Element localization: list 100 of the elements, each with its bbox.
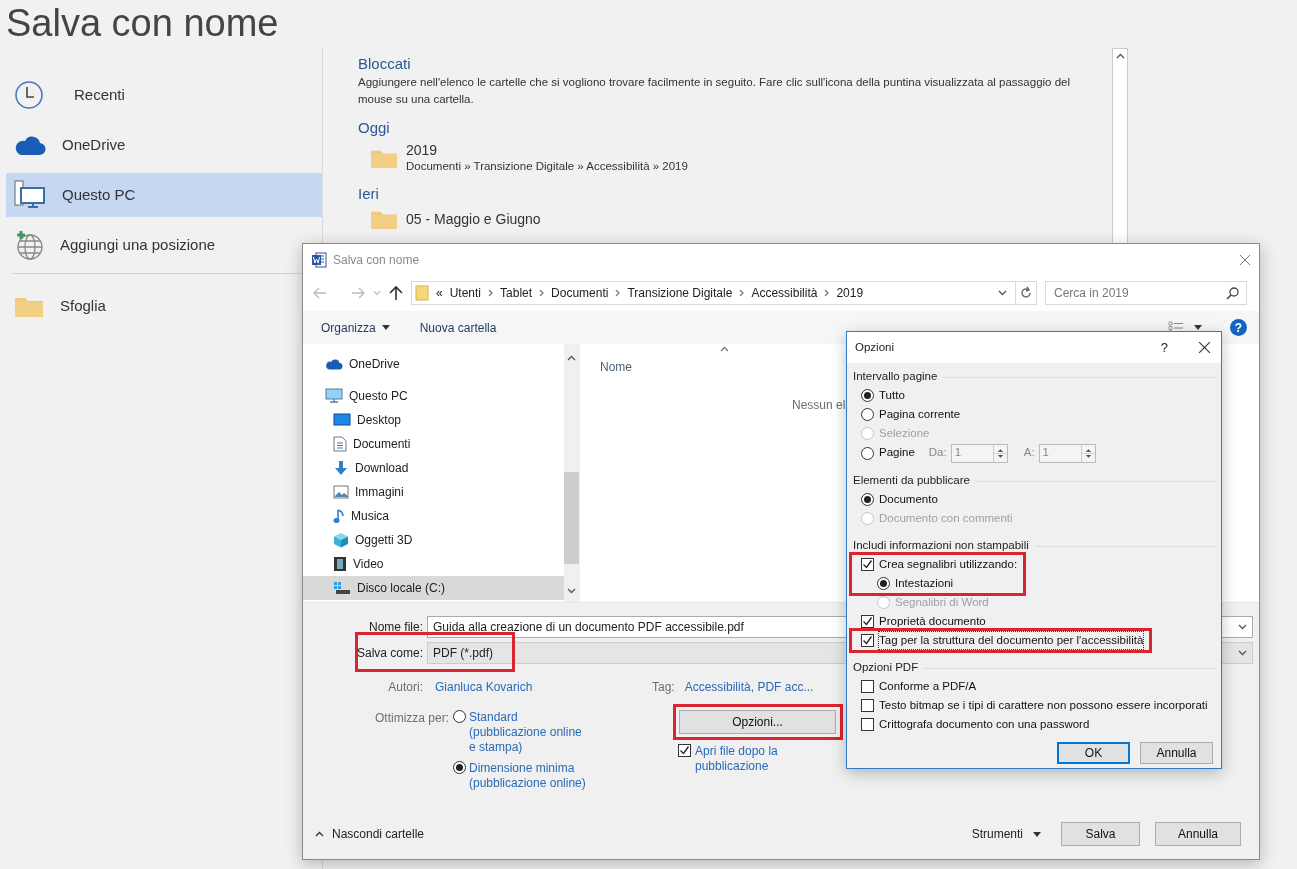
radio-option[interactable]: Pagine <box>853 443 917 463</box>
music-note-icon <box>333 508 345 524</box>
meta-label: Tag: <box>652 679 675 696</box>
checkbox-option[interactable]: Testo bitmap se i tipi di carattere non possono essere incorporati <box>853 696 1210 715</box>
caret-icon <box>381 325 390 330</box>
tree-item[interactable]: Questo PC <box>303 384 564 408</box>
tree-item[interactable]: Oggetti 3D <box>303 528 564 552</box>
radio-button[interactable] <box>453 761 466 774</box>
radio-button[interactable] <box>861 446 874 460</box>
checkbox-option[interactable]: Conforme a PDF/A <box>853 677 979 696</box>
checkbox[interactable] <box>861 718 874 731</box>
radio-button[interactable] <box>453 710 466 723</box>
tools-menu[interactable]: Strumenti <box>971 825 1041 843</box>
section-heading: Ieri <box>358 184 379 204</box>
film-icon <box>333 556 347 572</box>
radio-option[interactable]: Documento <box>853 490 940 509</box>
field-label: Salva come: <box>355 645 423 662</box>
help-button[interactable]: ? <box>1230 319 1247 336</box>
column-header[interactable]: Nome <box>600 358 632 376</box>
up-arrow-icon <box>389 285 403 301</box>
checkbox[interactable] <box>861 558 874 571</box>
chevron-up-icon <box>1115 53 1125 59</box>
radio-button[interactable] <box>861 493 874 506</box>
hide-folders-button[interactable]: Nascondi cartelle <box>315 825 425 843</box>
dialog-button[interactable]: Salva <box>1061 822 1140 846</box>
back-arrow-icon <box>313 287 327 299</box>
checkbox[interactable] <box>678 744 691 757</box>
checkbox-option[interactable]: Crittografa documento con una password <box>853 715 1092 734</box>
refresh-icon <box>1019 286 1033 300</box>
folder-item[interactable]: 2019 Documenti » Transizione Digitale » Accessibilità » 2019 <box>358 138 1112 178</box>
dialog-button[interactable]: Annulla <box>1140 742 1213 764</box>
tree-item[interactable]: Video <box>303 552 564 576</box>
group-heading: Includi informazioni non stampabili <box>853 537 1029 553</box>
checkbox[interactable] <box>861 699 874 712</box>
radio-option[interactable]: Dimensione minima (pubblicazione online) <box>453 761 603 791</box>
chevron-down-icon <box>567 588 576 594</box>
monitor-icon <box>325 388 343 404</box>
chevron-right-icon <box>488 289 494 297</box>
scrollbar[interactable] <box>564 344 579 602</box>
checkbox[interactable] <box>861 680 874 693</box>
meta-value[interactable]: Accessibilità, PDF acc... <box>684 678 814 696</box>
checkbox-option[interactable]: Apri file dopo la pubblicazione <box>678 744 793 774</box>
meta-value[interactable]: Gianluca Kovarich <box>435 678 652 696</box>
checkbox-option[interactable]: Crea segnalibri utilizzando: <box>853 555 1020 574</box>
clock-icon <box>14 80 44 110</box>
place-item[interactable]: Questo PC <box>6 173 322 217</box>
address-bar[interactable]: « Utenti Tablet Documenti Transizione Digitale Accessibilità 2019 <box>411 281 1037 305</box>
place-item[interactable]: Aggiungi una posizione <box>6 223 322 267</box>
radio-option[interactable]: Pagina corrente <box>853 405 963 424</box>
folder-item[interactable]: 05 - Maggio e Giugno <box>358 204 1112 234</box>
tree-item[interactable]: Disco locale (C:) <box>303 576 564 600</box>
download-icon <box>333 460 349 476</box>
radio-button[interactable] <box>861 408 874 421</box>
close-icon <box>1198 341 1211 354</box>
close-icon <box>1239 254 1251 266</box>
field-label: A: <box>1023 445 1035 461</box>
computer-icon <box>14 180 46 210</box>
tree-item[interactable]: Download <box>303 456 564 480</box>
checkbox[interactable] <box>861 634 874 647</box>
radio-button[interactable] <box>877 577 890 590</box>
field-label: Da: <box>928 445 947 461</box>
globe-plus-icon <box>14 230 44 260</box>
tree-item[interactable]: OneDrive <box>303 352 564 376</box>
cloud-icon <box>325 358 343 370</box>
tree-item[interactable]: Documenti <box>303 432 564 456</box>
options-button[interactable]: Opzioni... <box>679 710 836 734</box>
tree-item[interactable]: Desktop <box>303 408 564 432</box>
forward-arrow-icon <box>351 287 365 299</box>
empty-message: Nessun el <box>792 397 846 414</box>
dialog-button[interactable]: OK <box>1057 742 1130 764</box>
radio-option[interactable]: Tutto <box>853 386 907 405</box>
page-title: Salva con nome <box>5 1 279 46</box>
place-item[interactable]: Sfoglia <box>6 284 322 328</box>
chevron-right-icon <box>615 289 621 297</box>
chevron-down-icon <box>1238 624 1247 630</box>
help-button[interactable]: ? <box>1160 337 1168 358</box>
search-field[interactable]: Cerca in 2019 <box>1045 281 1247 305</box>
radio-button[interactable] <box>861 389 874 402</box>
caret-icon <box>1033 831 1041 837</box>
place-item[interactable]: OneDrive <box>6 123 322 167</box>
drive-icon <box>333 581 351 595</box>
place-item[interactable]: Recenti <box>6 73 322 117</box>
checkbox[interactable] <box>861 615 874 628</box>
cloud-icon <box>14 134 46 156</box>
folder-icon <box>415 285 429 301</box>
toolbar-button[interactable]: Organizza <box>321 318 390 337</box>
chevron-up-icon <box>567 355 576 361</box>
cube-icon <box>333 532 349 548</box>
window-title: Salva con nome <box>333 252 420 269</box>
document-icon <box>333 436 347 452</box>
tree-item[interactable]: Musica <box>303 504 564 528</box>
tree-item[interactable]: Immagini <box>303 480 564 504</box>
field-label: Nome file: <box>367 619 423 636</box>
chevron-down-icon <box>373 290 381 296</box>
radio-option[interactable]: Standard (pubblicazione online e stampa) <box>453 710 603 755</box>
radio-option[interactable]: Intestazioni <box>853 574 956 593</box>
section-heading: Bloccati <box>358 54 411 74</box>
dialog-button[interactable]: Annulla <box>1155 822 1241 846</box>
toolbar-button[interactable]: Nuova cartella <box>419 318 497 337</box>
desktop-icon <box>333 413 351 427</box>
